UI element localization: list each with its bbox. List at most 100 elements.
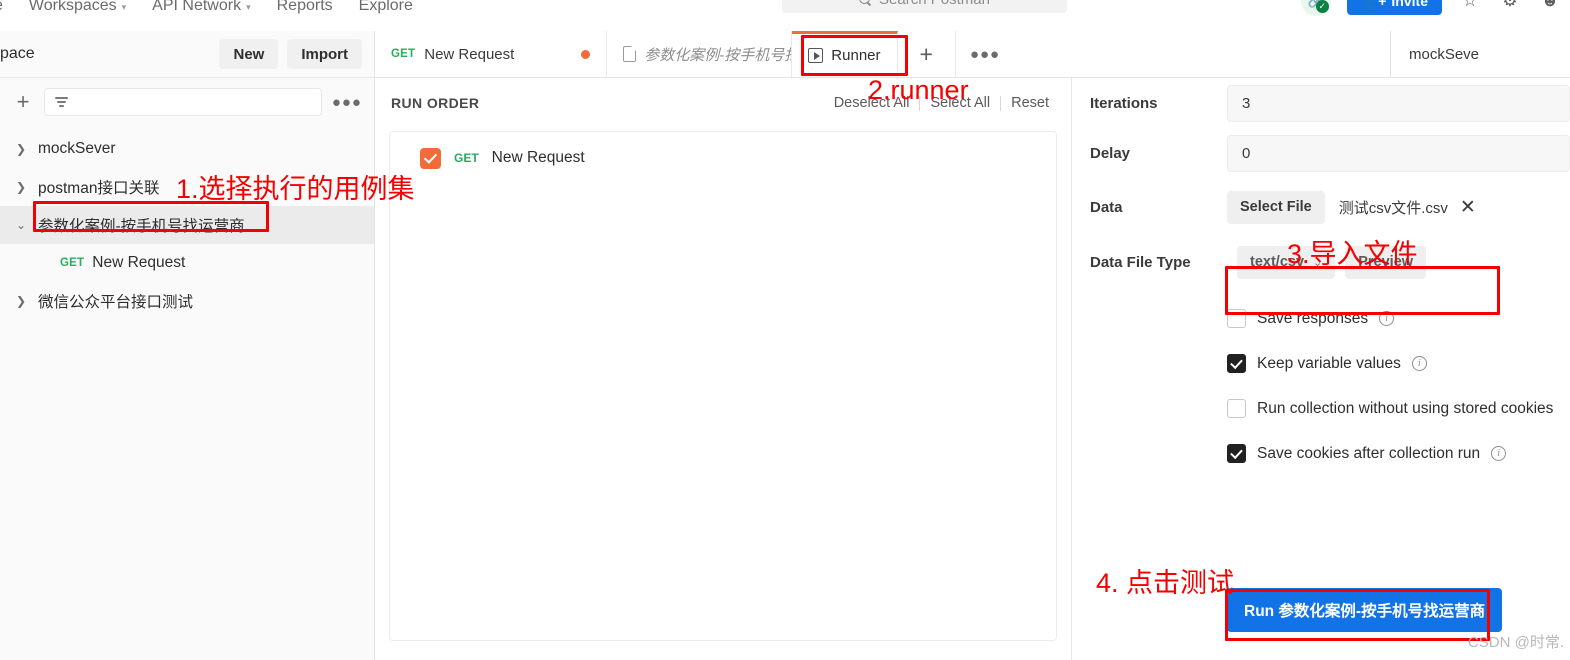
nav-label: Workspaces — [28, 0, 117, 14]
document-icon — [623, 46, 637, 62]
collection-tree: ❯ mockSever ❯ postman接口关联 ⌄ 参数化案例-按手机号找运… — [0, 126, 374, 320]
chevron-down-icon: ▾ — [121, 1, 127, 12]
option-save-cookies[interactable]: Save cookies after collection run i — [1227, 431, 1570, 476]
option-keep-variable-values[interactable]: Keep variable values i — [1227, 341, 1570, 386]
iterations-input[interactable]: 3 — [1227, 84, 1570, 122]
preview-button[interactable]: Preview — [1345, 245, 1427, 279]
data-file-name: 测试csv文件.csv — [1338, 199, 1448, 217]
invite-label: Invite — [1391, 0, 1428, 9]
chevron-right-icon: ❯ — [15, 142, 27, 156]
info-icon[interactable]: i — [1411, 356, 1427, 371]
import-button[interactable]: Import — [287, 39, 362, 69]
tab-label: New Request — [424, 45, 515, 63]
chevron-down-icon: ▾ — [246, 1, 251, 12]
request-name-label: New Request — [491, 149, 585, 166]
search-placeholder: Search Postman — [879, 0, 990, 8]
sidebar-more-icon[interactable]: ●●● — [332, 94, 362, 111]
play-icon — [808, 48, 824, 63]
option-label: Save cookies after collection run — [1257, 444, 1481, 462]
chevron-right-icon: ❯ — [15, 180, 27, 194]
option-run-without-cookies[interactable]: Run collection without using stored cook… — [1227, 386, 1570, 431]
tabs-more-icon[interactable]: ●●● — [956, 31, 1014, 77]
data-file-type-row: Data File Type text/csv ⌄ Preview — [1073, 236, 1570, 288]
data-file-type-label: Data File Type — [1090, 253, 1191, 271]
collection-label: 参数化案例-按手机号找运营商 — [38, 218, 245, 235]
nav-item-reports[interactable]: Reports — [277, 0, 333, 15]
nav-item-home[interactable]: e — [0, 0, 3, 15]
nav-item-explore[interactable]: Explore — [359, 0, 413, 15]
request-method-label: GET — [391, 48, 416, 60]
data-file-type-select[interactable]: text/csv ⌄ — [1237, 245, 1336, 279]
deselect-all-link[interactable]: Deselect All — [824, 95, 920, 111]
request-checkbox[interactable] — [420, 147, 441, 169]
sidebar-item-wechat-platform[interactable]: ❯ 微信公众平台接口测试 — [0, 282, 374, 320]
run-order-item[interactable]: GET New Request — [390, 132, 1056, 184]
sidebar-item-parameterized-case[interactable]: ⌄ 参数化案例-按手机号找运营商 — [0, 206, 374, 244]
sync-status-icon[interactable]: 🔗 ✓ — [1300, 0, 1331, 16]
add-icon[interactable]: + — [12, 89, 34, 115]
gear-icon[interactable]: ⚙ — [1498, 0, 1522, 11]
option-label: Keep variable values — [1257, 354, 1401, 372]
avatar-icon[interactable]: ☻ — [1538, 0, 1562, 11]
sidebar-item-new-request[interactable]: GET New Request — [0, 244, 374, 282]
top-nav-items: e Workspaces ▾ API Network ▾ Reports Explo… — [0, 0, 413, 15]
keep-variable-values-checkbox[interactable] — [1227, 354, 1246, 373]
tab-runner[interactable]: Runner — [792, 31, 898, 77]
option-save-responses[interactable]: Save responses i — [1227, 296, 1570, 341]
workspace-actions: New Import — [219, 39, 362, 69]
tab-new-request[interactable]: GET New Request — [375, 31, 608, 77]
check-icon: ✓ — [1315, 0, 1329, 13]
nav-item-api-network[interactable]: API Network ▾ — [152, 0, 250, 15]
watermark: CSDN @时常. — [1467, 634, 1564, 651]
sidebar: kspace New Import + ●●● ❯ mockSever ❯ po… — [0, 31, 375, 660]
run-button-wrap: Run 参数化案例-按手机号找运营商 — [1227, 588, 1503, 632]
option-label: Save responses — [1257, 309, 1369, 327]
runner-settings-panel: Iterations 3 Delay 0 Data Select File 测试… — [1073, 78, 1570, 660]
delay-value: 0 — [1242, 144, 1251, 162]
iterations-label: Iterations — [1090, 94, 1158, 112]
info-icon[interactable]: i — [1379, 311, 1395, 326]
run-order-header: RUN ORDER Deselect All Select All Reset — [375, 78, 1071, 128]
delay-input[interactable]: 0 — [1227, 134, 1570, 172]
postman-runner-screen: e Workspaces ▾ API Network ▾ Reports Explo… — [0, 0, 1570, 660]
environment-label: mockSeve — [1409, 45, 1480, 63]
top-nav-actions: 🔗 ✓ 👤+ Invite ☆ ⚙ ☻ — [1300, 0, 1562, 16]
iterations-row: Iterations 3 — [1073, 78, 1570, 128]
filter-input[interactable] — [44, 88, 322, 116]
reset-link[interactable]: Reset — [1001, 95, 1059, 111]
tab-label: 参数化案例-按手机号找运... — [644, 46, 791, 64]
person-add-icon: 👤+ — [1360, 0, 1387, 9]
new-button[interactable]: New — [219, 39, 279, 69]
select-all-link[interactable]: Select All — [920, 95, 1000, 111]
run-without-cookies-checkbox[interactable] — [1227, 399, 1246, 418]
global-top-nav: e Workspaces ▾ API Network ▾ Reports Explo… — [0, 0, 1570, 26]
sidebar-item-postman-interface[interactable]: ❯ postman接口关联 — [0, 168, 374, 206]
unsaved-dot-icon — [581, 49, 591, 59]
search-input[interactable]: Search Postman — [782, 0, 1067, 13]
sidebar-filter-row: + ●●● — [0, 78, 374, 126]
nav-item-workspaces[interactable]: Workspaces ▾ — [29, 0, 126, 15]
remove-file-icon[interactable]: ✕ — [1452, 196, 1476, 219]
sidebar-item-mocksever[interactable]: ❯ mockSever — [0, 130, 374, 168]
request-name-label: New Request — [92, 254, 186, 271]
collection-label: postman接口关联 — [38, 180, 160, 197]
select-file-button[interactable]: Select File — [1227, 190, 1325, 224]
tab-label: Runner — [831, 47, 881, 64]
nav-label: Reports — [276, 0, 333, 14]
run-collection-button[interactable]: Run 参数化案例-按手机号找运营商 — [1227, 588, 1503, 632]
save-cookies-checkbox[interactable] — [1227, 444, 1246, 463]
iterations-value: 3 — [1242, 94, 1251, 112]
save-responses-checkbox[interactable] — [1227, 309, 1246, 328]
run-order-panel: RUN ORDER Deselect All Select All Reset … — [375, 78, 1072, 660]
info-icon[interactable]: i — [1491, 446, 1507, 461]
tab-collection[interactable]: 参数化案例-按手机号找运... — [607, 31, 793, 77]
environment-selector[interactable]: mockSeve — [1390, 31, 1570, 77]
delay-row: Delay 0 — [1073, 128, 1570, 178]
search-icon — [859, 0, 872, 6]
nav-label: API Network — [152, 0, 242, 14]
invite-button[interactable]: 👤+ Invite — [1346, 0, 1442, 15]
new-tab-button[interactable]: + — [898, 31, 956, 77]
bell-icon[interactable]: ☆ — [1458, 0, 1482, 11]
collection-label: mockSever — [38, 140, 116, 157]
runner-panel: RUN ORDER Deselect All Select All Reset … — [375, 78, 1570, 660]
